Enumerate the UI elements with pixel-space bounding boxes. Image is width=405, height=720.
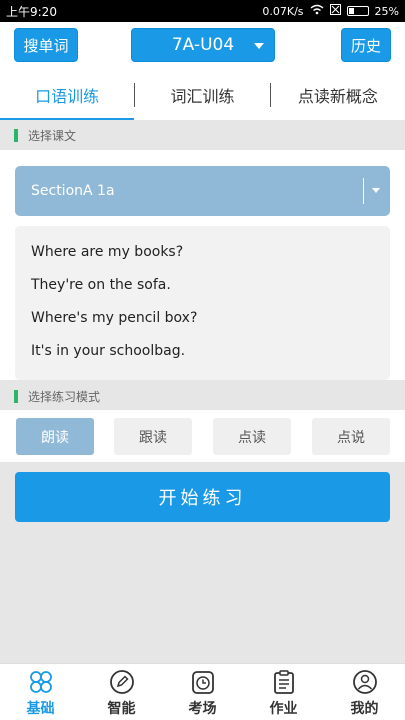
clipboard-icon [270,668,298,696]
chevron-down-icon [254,43,264,49]
nav-exam[interactable]: 考场 [162,664,243,720]
nav-label: 基础 [26,701,55,717]
nav-label: 我的 [350,701,379,717]
lesson-text-box: Where are my books? They're on the sofa.… [15,226,390,380]
nav-label: 智能 [107,701,136,717]
section-title: 选择练习模式 [28,389,101,404]
status-right: 0.07K/s 25% [262,4,399,18]
nav-mine[interactable]: 我的 [324,664,405,720]
section-marker [14,389,18,403]
section-marker [14,128,18,142]
text-line: They're on the sofa. [31,277,171,293]
pencil-circle-icon [108,668,136,696]
nav-basic[interactable]: 基础 [0,664,81,720]
sim-disabled-icon [329,4,341,18]
mode-point-speak[interactable]: 点说 [312,418,390,455]
status-time: 上午9:20 [6,4,57,19]
text-line: Where's my pencil box? [31,310,198,326]
battery-percent: 25% [374,4,399,18]
tab-new-concept[interactable]: 点读新概念 [271,70,405,120]
search-word-button[interactable]: 搜单词 [14,28,78,62]
nav-label: 作业 [269,701,298,717]
chevron-down-icon [372,188,380,193]
mode-follow-read[interactable]: 跟读 [114,418,192,455]
start-practice-button[interactable]: 开始练习 [15,472,390,522]
tab-speaking[interactable]: 口语训练 [0,70,135,120]
mode-point-read[interactable]: 点读 [213,418,291,455]
network-speed: 0.07K/s [262,4,304,18]
unit-selector[interactable]: 7A-U04 [131,28,275,62]
text-line: It's in your schoolbag. [31,343,186,359]
clover-icon [27,668,55,696]
nav-smart[interactable]: 智能 [81,664,162,720]
dropdown-divider [363,178,364,204]
unit-label: 7A-U04 [171,35,235,55]
wifi-icon [310,4,324,18]
section-choose-text: 选择课文 [0,120,405,150]
lesson-dropdown[interactable]: SectionA 1a [15,166,390,216]
text-line: Where are my books? [31,244,184,260]
history-button[interactable]: 历史 [341,28,391,62]
tab-vocabulary[interactable]: 词汇训练 [135,70,269,120]
section-title: 选择课文 [28,128,77,143]
nav-homework[interactable]: 作业 [243,664,324,720]
nav-label: 考场 [188,701,217,717]
app-header: 搜单词 7A-U04 历史 [0,22,405,70]
lesson-selected-label: SectionA 1a [31,183,115,199]
mode-read-aloud[interactable]: 朗读 [16,418,94,455]
clock-icon [189,668,217,696]
status-bar: 上午9:20 0.07K/s 25% [0,0,405,22]
user-icon [351,668,379,696]
bottom-nav: 基础 智能 考场 作业 我的 [0,663,405,720]
battery-icon [346,6,369,16]
section-choose-mode: 选择练习模式 [0,381,405,411]
tab-bar: 口语训练 词汇训练 点读新概念 [0,70,405,120]
